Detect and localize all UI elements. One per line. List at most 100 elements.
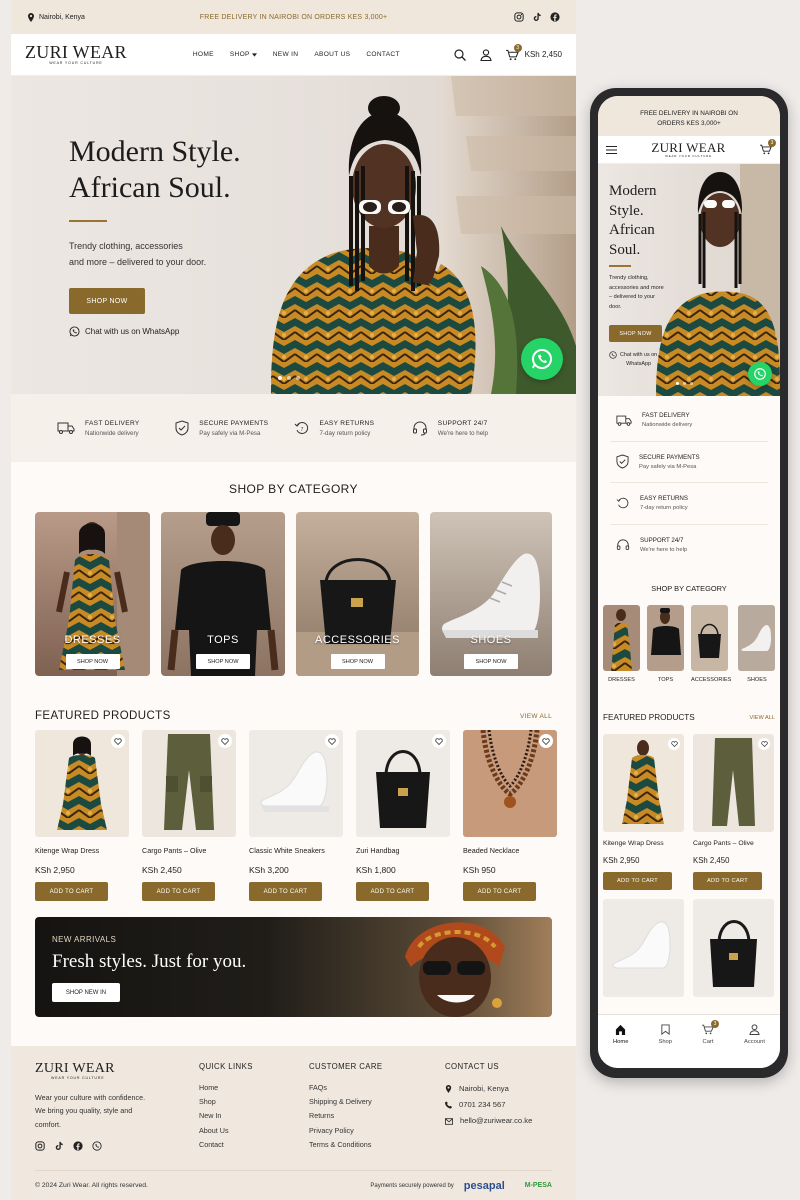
- view-all-link[interactable]: VIEW ALL: [520, 713, 552, 720]
- footer-link[interactable]: Terms & Conditions: [309, 1138, 445, 1152]
- instagram-icon[interactable]: [514, 12, 524, 22]
- footer-link[interactable]: Shop: [199, 1095, 309, 1109]
- add-to-cart-button[interactable]: ADD TO CART: [35, 882, 108, 901]
- hero-line: African: [609, 222, 655, 238]
- wishlist-heart-icon[interactable]: [668, 738, 680, 750]
- category-card-shoes[interactable]: SHOES: [738, 605, 776, 683]
- footer-link[interactable]: New In: [199, 1109, 309, 1123]
- footer-link[interactable]: Privacy Policy: [309, 1124, 445, 1138]
- product-image[interactable]: [35, 730, 129, 837]
- wishlist-heart-icon[interactable]: [111, 734, 125, 748]
- wishlist-heart-icon[interactable]: [325, 734, 339, 748]
- product-image[interactable]: [603, 899, 684, 997]
- tab-cart[interactable]: 3 Cart: [702, 1020, 720, 1068]
- wishlist-heart-icon[interactable]: [218, 734, 232, 748]
- category-shop-button[interactable]: SHOP NOW: [330, 654, 385, 669]
- product-name[interactable]: Classic White Sneakers: [249, 846, 343, 855]
- wishlist-heart-icon[interactable]: [539, 734, 553, 748]
- product-image[interactable]: [603, 734, 684, 832]
- hero-line-2: African Soul.: [69, 171, 231, 204]
- carousel-dot[interactable]: [683, 382, 686, 385]
- facebook-icon[interactable]: [73, 1141, 83, 1151]
- carousel-dot[interactable]: [287, 376, 291, 380]
- whatsapp-link[interactable]: Chat with us on WhatsApp: [69, 326, 241, 337]
- category-card-tops[interactable]: TOPS: [647, 605, 684, 683]
- tiktok-icon[interactable]: [532, 12, 542, 22]
- whatsapp-floating-button[interactable]: [521, 338, 563, 380]
- category-shop-button[interactable]: SHOP NOW: [196, 654, 250, 669]
- view-all-link[interactable]: VIEW ALL: [750, 715, 776, 721]
- footer-link[interactable]: Contact: [199, 1138, 309, 1152]
- mobile-whatsapp-link[interactable]: Chat with us on WhatsApp: [609, 351, 657, 369]
- nav-shop[interactable]: SHOP: [230, 51, 257, 58]
- wishlist-heart-icon[interactable]: [758, 738, 770, 750]
- product-image[interactable]: [463, 730, 557, 837]
- carousel-dot[interactable]: [296, 376, 300, 380]
- footer-about: ZURI WEAR WEAR YOUR CULTURE Wear your cu…: [35, 1062, 199, 1152]
- nav-home[interactable]: HOME: [193, 51, 214, 58]
- carousel-dot[interactable]: [278, 376, 282, 380]
- product-image[interactable]: [356, 730, 450, 837]
- tiktok-icon[interactable]: [54, 1141, 64, 1151]
- shop-new-in-button[interactable]: SHOP NEW IN: [52, 983, 120, 1002]
- cart-count-badge: 3: [513, 43, 522, 52]
- category-shop-button[interactable]: SHOP NOW: [65, 654, 120, 669]
- product-name[interactable]: Beaded Necklace: [463, 846, 557, 855]
- footer-link[interactable]: Shipping & Delivery: [309, 1095, 445, 1109]
- cart-button[interactable]: 3 KSh 2,450: [505, 43, 562, 61]
- category-card-dresses[interactable]: DRESSES SHOP NOW: [35, 512, 150, 676]
- category-card-tops[interactable]: TOPS SHOP NOW: [161, 512, 285, 676]
- account-icon[interactable]: [479, 48, 492, 61]
- category-card-shoes[interactable]: SHOES SHOP NOW: [430, 512, 552, 676]
- hamburger-menu-icon[interactable]: [606, 145, 617, 154]
- feature-subtitle: 7-day return policy: [319, 429, 371, 437]
- product-name[interactable]: Cargo Pants – Olive: [693, 840, 774, 847]
- category-card-accessories[interactable]: ACCESSORIES: [691, 605, 731, 683]
- tab-shop[interactable]: Shop: [658, 1024, 672, 1068]
- product-image[interactable]: [142, 730, 236, 837]
- search-icon[interactable]: [454, 48, 466, 61]
- category-card-dresses[interactable]: DRESSES: [603, 605, 640, 683]
- add-to-cart-button[interactable]: ADD TO CART: [249, 882, 322, 901]
- product-image[interactable]: [693, 734, 774, 832]
- category-card-accessories[interactable]: ACCESSORIES SHOP NOW: [296, 512, 419, 676]
- instagram-icon[interactable]: [35, 1141, 45, 1151]
- footer-link[interactable]: Home: [199, 1081, 309, 1095]
- add-to-cart-button[interactable]: ADD TO CART: [603, 872, 672, 890]
- nav-about[interactable]: ABOUT US: [314, 51, 350, 58]
- logo[interactable]: ZURI WEAR WEAR YOUR CULTURE: [25, 43, 127, 66]
- whatsapp-floating-button[interactable]: [748, 362, 772, 386]
- add-to-cart-button[interactable]: ADD TO CART: [356, 882, 429, 901]
- product-image[interactable]: [249, 730, 343, 837]
- add-to-cart-button[interactable]: ADD TO CART: [693, 872, 762, 890]
- mobile-logo[interactable]: ZURI WEAR WEAR YOUR CULTURE: [651, 141, 725, 158]
- mobile-shop-now-button[interactable]: SHOP NOW: [609, 325, 662, 342]
- social-links: [420, 12, 560, 22]
- product-image[interactable]: [693, 899, 774, 997]
- carousel-dot[interactable]: [690, 382, 693, 385]
- mobile-cart-button[interactable]: 3: [759, 139, 776, 155]
- footer-logo[interactable]: ZURI WEAR WEAR YOUR CULTURE: [35, 1062, 199, 1081]
- whatsapp-icon[interactable]: [92, 1141, 102, 1151]
- add-to-cart-button[interactable]: ADD TO CART: [463, 882, 536, 901]
- tab-account[interactable]: Account: [744, 1024, 765, 1068]
- product-name[interactable]: Cargo Pants – Olive: [142, 846, 236, 855]
- location-pin-icon: [27, 12, 35, 22]
- footer-phone[interactable]: 0701 234 567: [445, 1097, 532, 1113]
- product-name[interactable]: Kitenge Wrap Dress: [603, 840, 684, 847]
- add-to-cart-button[interactable]: ADD TO CART: [142, 882, 215, 901]
- footer-link[interactable]: FAQs: [309, 1081, 445, 1095]
- footer-link[interactable]: About Us: [199, 1124, 309, 1138]
- product-name[interactable]: Zuri Handbag: [356, 846, 450, 855]
- footer-email[interactable]: hello@zuriwear.co.ke: [445, 1113, 532, 1129]
- footer-link[interactable]: Returns: [309, 1109, 445, 1123]
- category-shop-button[interactable]: SHOP NOW: [464, 654, 518, 669]
- shop-now-button[interactable]: SHOP NOW: [69, 288, 145, 314]
- wishlist-heart-icon[interactable]: [432, 734, 446, 748]
- carousel-dot[interactable]: [676, 382, 679, 385]
- nav-contact[interactable]: CONTACT: [366, 51, 399, 58]
- product-name[interactable]: Kitenge Wrap Dress: [35, 846, 129, 855]
- nav-new-in[interactable]: NEW IN: [273, 51, 299, 58]
- facebook-icon[interactable]: [550, 12, 560, 22]
- tab-home[interactable]: Home: [613, 1024, 628, 1068]
